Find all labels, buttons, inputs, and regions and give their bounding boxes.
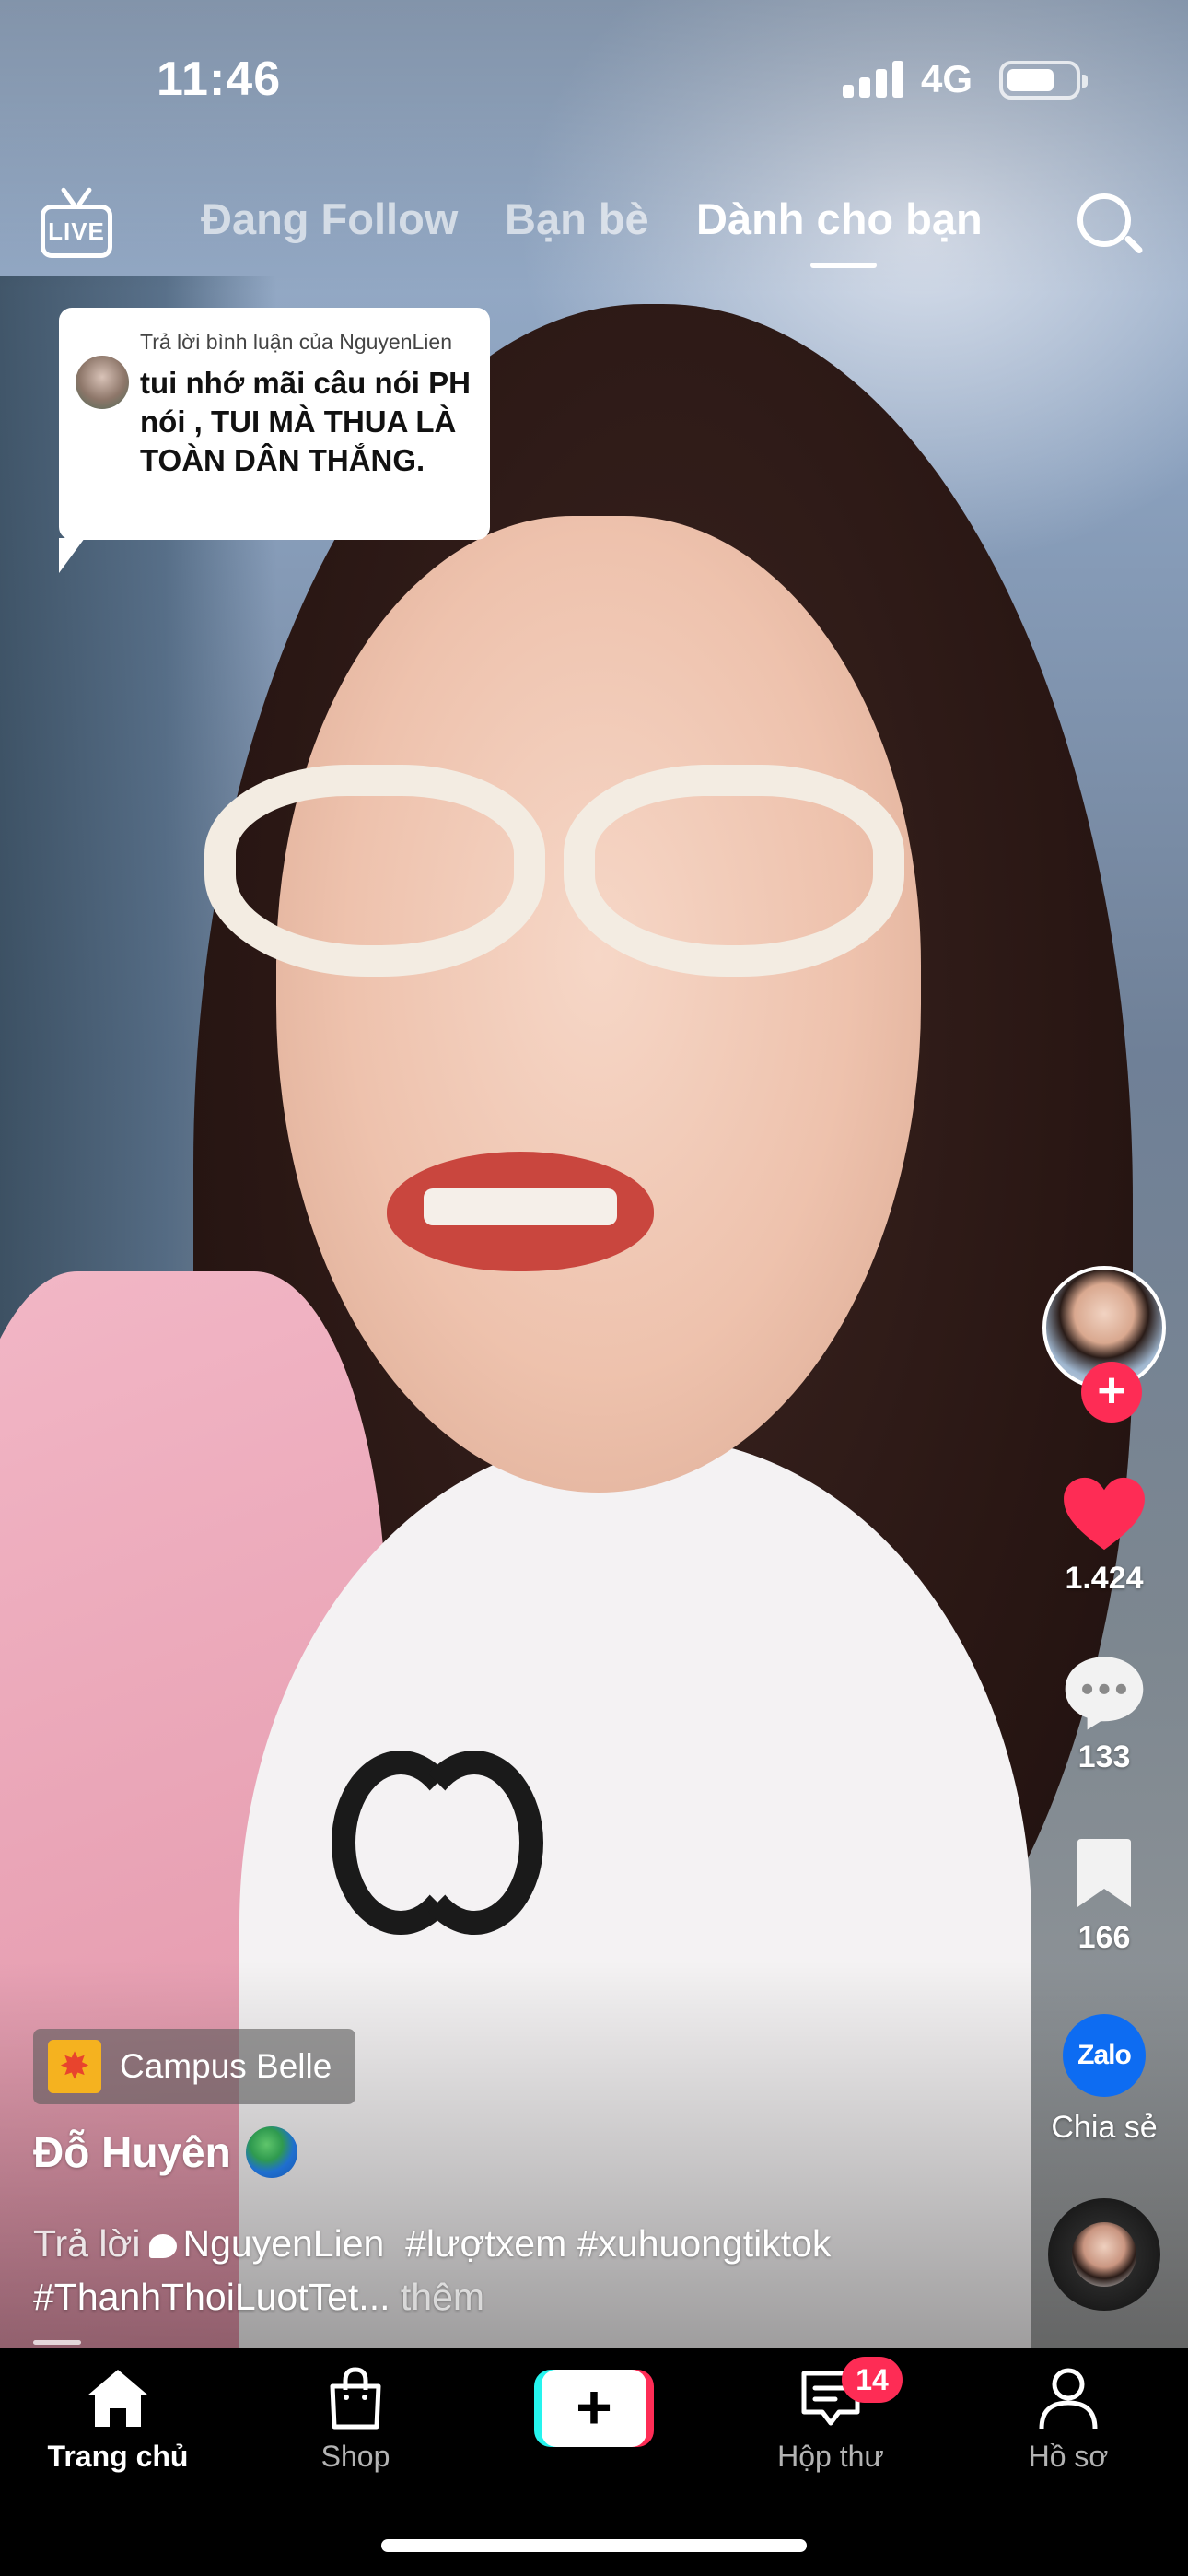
author-row: Đỗ Huyên xyxy=(33,2126,297,2178)
active-tab-indicator xyxy=(810,263,877,268)
video-subject-face xyxy=(276,516,921,1493)
profile-icon xyxy=(1039,2368,1098,2430)
tab-home[interactable]: Trang chủ xyxy=(26,2366,210,2474)
globe-emoji-icon xyxy=(245,2126,297,2178)
status-bar: 11:46 4G xyxy=(0,0,1188,157)
comment-bubble-icon xyxy=(1065,1657,1144,1730)
tab-shop[interactable]: Shop xyxy=(263,2366,448,2474)
video-subject-glasses xyxy=(204,765,904,986)
tab-for-you[interactable]: Dành cho bạn xyxy=(696,193,983,244)
cellular-signal-icon xyxy=(843,61,905,98)
tab-following[interactable]: Đang Follow xyxy=(201,193,458,244)
status-time: 11:46 xyxy=(157,53,282,106)
create-plus-icon: + xyxy=(542,2370,646,2447)
caption-more-link[interactable]: thêm xyxy=(401,2276,484,2318)
network-type: 4G xyxy=(921,57,973,100)
home-icon xyxy=(87,2370,148,2427)
follow-plus-button[interactable]: + xyxy=(1081,1362,1142,1423)
reply-header: Trả lời bình luận của NguyenLien xyxy=(140,330,452,354)
tab-inbox[interactable]: 14 Hộp thư xyxy=(739,2357,923,2474)
tab-home-label: Trang chủ xyxy=(47,2440,189,2473)
comment-button[interactable]: 133 xyxy=(1031,1653,1178,1775)
tab-profile-label: Hồ sơ xyxy=(1028,2440,1109,2473)
caption-mention[interactable]: NguyenLien xyxy=(182,2222,384,2265)
inbox-badge: 14 xyxy=(842,2357,903,2403)
shop-bag-icon xyxy=(330,2367,381,2430)
bookmark-count: 166 xyxy=(1077,1920,1131,1955)
effect-sparkle-icon xyxy=(48,2040,101,2093)
author-username[interactable]: Đỗ Huyên xyxy=(33,2127,231,2177)
caption-prefix: Trả lời xyxy=(33,2222,141,2265)
reply-comment-sticker[interactable]: Trả lời bình luận của NguyenLien tui nhớ… xyxy=(59,308,490,573)
video-subject-lips xyxy=(387,1152,654,1271)
like-count: 1.424 xyxy=(1065,1561,1144,1596)
reply-comment-text: tui nhớ mãi câu nói PH nói , TUI MÀ THUA… xyxy=(140,366,471,477)
music-disc-thumbnail xyxy=(1072,2222,1136,2287)
tab-friends[interactable]: Bạn bè xyxy=(505,193,649,244)
brooch-logo xyxy=(332,1751,543,1953)
battery-icon xyxy=(999,61,1088,100)
comment-mention-icon xyxy=(149,2234,178,2258)
tab-profile[interactable]: Hồ sơ xyxy=(976,2366,1160,2474)
creator-avatar-group: + xyxy=(1042,1266,1166,1423)
post-caption[interactable]: Trả lời NguyenLien #lượtxem #xuhuongtikto… xyxy=(33,2217,1009,2324)
commenter-avatar xyxy=(76,356,129,409)
bookmark-icon xyxy=(1077,1839,1131,1907)
zalo-share-icon: Zalo xyxy=(1063,2014,1146,2097)
search-icon[interactable] xyxy=(1077,193,1144,260)
like-button[interactable]: 1.424 xyxy=(1031,1474,1178,1597)
effect-chip[interactable]: Campus Belle xyxy=(33,2029,356,2104)
video-progress-bar[interactable] xyxy=(33,2340,81,2345)
heart-icon xyxy=(1064,1477,1145,1551)
create-post-button[interactable]: + xyxy=(534,2370,654,2447)
feed-tabs: Đang Follow Bạn bè Dành cho bạn xyxy=(0,193,1188,267)
home-indicator xyxy=(381,2539,807,2552)
effect-label: Campus Belle xyxy=(120,2047,332,2085)
bookmark-button[interactable]: 166 xyxy=(1031,1837,1178,1956)
music-disc[interactable] xyxy=(1048,2198,1160,2311)
tab-inbox-label: Hộp thư xyxy=(777,2440,884,2473)
share-label: Chia sẻ xyxy=(1051,2110,1158,2145)
tab-shop-label: Shop xyxy=(320,2440,390,2473)
share-button[interactable]: Zalo Chia sẻ xyxy=(1031,2014,1178,2146)
comment-count: 133 xyxy=(1077,1739,1131,1774)
